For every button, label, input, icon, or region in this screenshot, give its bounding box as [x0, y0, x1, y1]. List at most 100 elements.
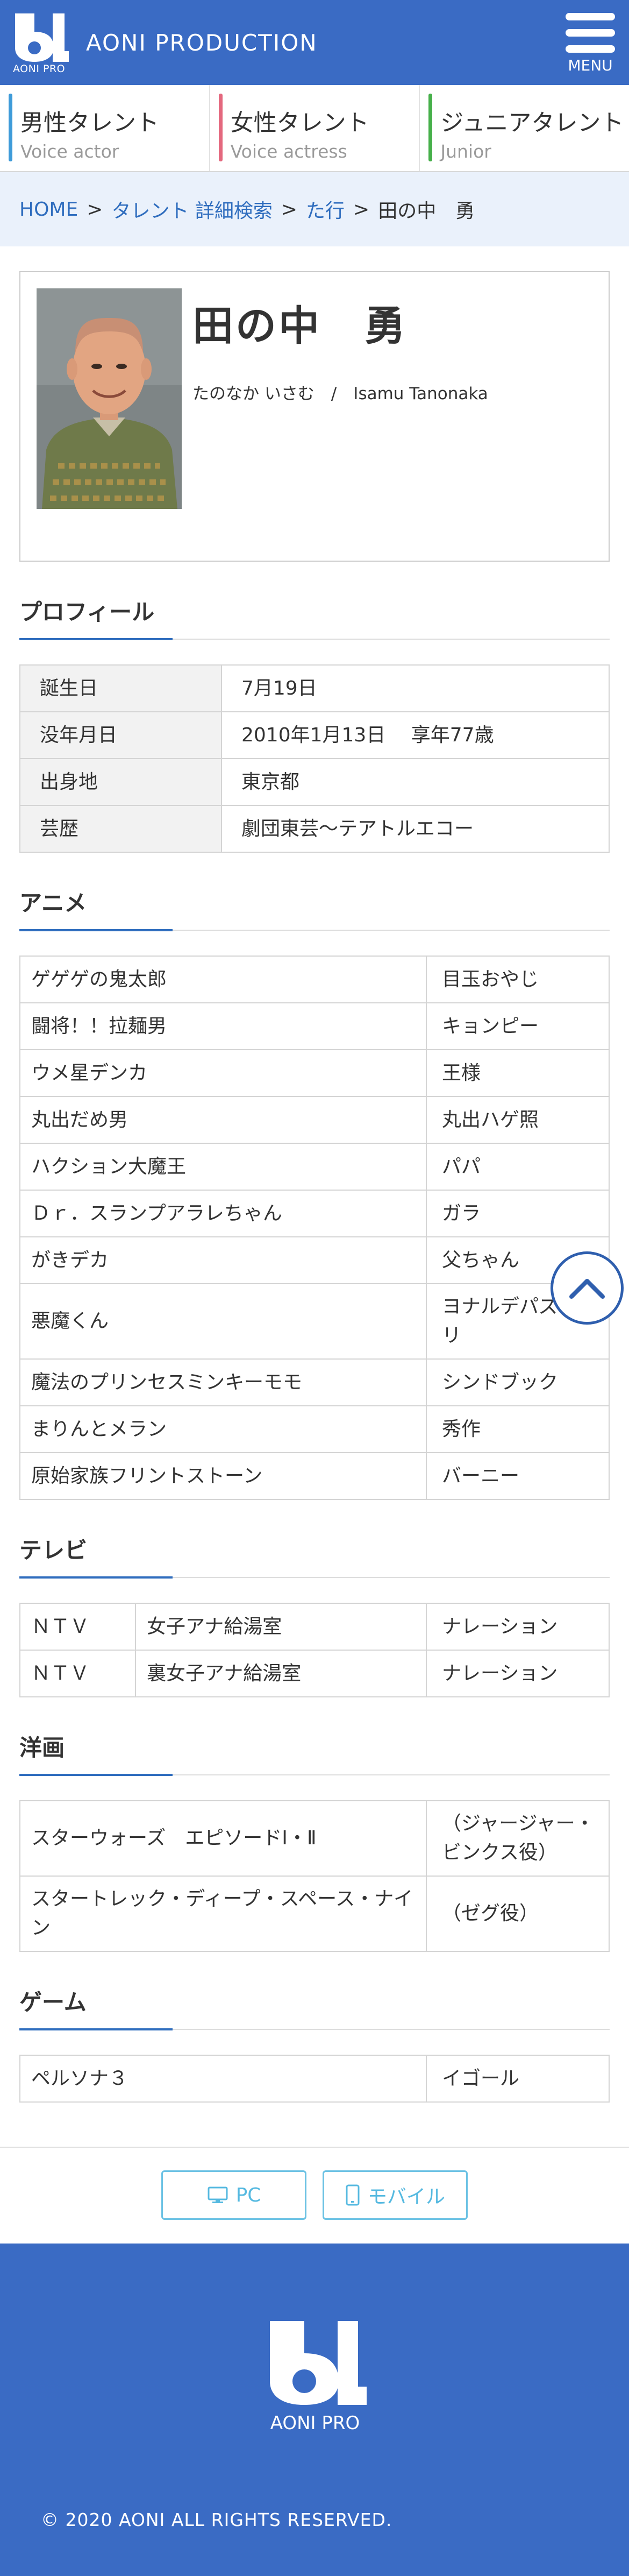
role-name: バーニー: [426, 1452, 610, 1500]
aoni-logo-mark: [15, 13, 69, 62]
pc-view-button[interactable]: PC: [161, 2170, 306, 2220]
brand-name[interactable]: AONI PRODUCTION: [86, 30, 318, 56]
tab-label-en: Voice actor: [20, 141, 119, 162]
role-name: パパ: [426, 1143, 610, 1191]
tab-label-jp: ジュニアタレント: [440, 110, 624, 137]
table-row: ハクション大魔王 パパ: [19, 1143, 610, 1191]
table-row: 魔法のプリンセスミンキーモモ シンドブック: [19, 1358, 610, 1406]
profile-value: 7月19日: [221, 664, 610, 712]
section-title-anime: アニメ: [19, 885, 610, 931]
breadcrumb-home-link[interactable]: HOME: [19, 199, 78, 221]
program-title: 裏女子アナ給湯室: [135, 1650, 427, 1697]
tab-voice-actor[interactable]: 男性タレント Voice actor: [0, 85, 210, 171]
tab-voice-actress[interactable]: 女性タレント Voice actress: [210, 85, 420, 171]
station-name: ＮＴＶ: [19, 1603, 136, 1651]
work-title: Ｄｒ．スランプアラレちゃん: [19, 1190, 427, 1237]
role-name: キョンピー: [426, 1002, 610, 1050]
table-row: ウメ星デンカ 王様: [19, 1049, 610, 1097]
breadcrumb-separator: >: [353, 198, 370, 221]
work-title: 魔法のプリンセスミンキーモモ: [19, 1358, 427, 1406]
aoni-logo[interactable]: AONI PRO: [11, 10, 70, 75]
tab-color-stripe: [428, 94, 433, 161]
tv-table: ＮＴＶ 女子アナ給湯室 ナレーション ＮＴＶ 裏女子アナ給湯室 ナレーション: [19, 1603, 610, 1697]
profile-value: 劇団東芸〜テアトルエコー: [221, 805, 610, 853]
profile-card: 田の中 勇 たのなか いさむ / Isamu Tanonaka: [19, 271, 610, 562]
role-name: 目玉おやじ: [426, 956, 610, 1003]
mobile-view-label: モバイル: [367, 2186, 445, 2208]
profile-key: 没年月日: [19, 711, 222, 759]
table-row: Ｄｒ．スランプアラレちゃん ガラ: [19, 1190, 610, 1237]
table-row: 没年月日 2010年1月13日 享年77歳: [19, 711, 610, 759]
talent-name: 田の中 勇: [192, 302, 408, 350]
breadcrumb-search-link[interactable]: タレント 詳細検索: [111, 195, 272, 223]
role-name: 秀作: [426, 1405, 610, 1453]
breadcrumb-separator: >: [281, 198, 298, 221]
role-name: シンドブック: [426, 1358, 610, 1406]
profile-value: 東京都: [221, 758, 610, 806]
role-name: ガラ: [426, 1190, 610, 1237]
chevron-up-icon: [569, 1279, 605, 1299]
mobile-view-button[interactable]: モバイル: [323, 2170, 468, 2220]
pc-view-label: PC: [235, 2184, 261, 2206]
menu-bar-icon: [566, 45, 615, 53]
work-title: スターウォーズ エピソードⅠ・Ⅱ: [19, 1800, 427, 1877]
program-title: 女子アナ給湯室: [135, 1603, 427, 1651]
tab-junior[interactable]: ジュニアタレント Junior: [420, 85, 629, 171]
role-name: ナレーション: [426, 1603, 610, 1651]
page-top-button[interactable]: [551, 1251, 624, 1325]
profile-key: 芸歴: [19, 805, 222, 853]
tab-color-stripe: [9, 94, 12, 161]
category-tabs: 男性タレント Voice actor 女性タレント Voice actress …: [0, 85, 629, 172]
tab-color-stripe: [218, 94, 223, 161]
table-row: まりんとメラン 秀作: [19, 1405, 610, 1453]
games-table: ペルソナ３ イゴール: [19, 2055, 610, 2103]
menu-bar-icon: [566, 29, 615, 37]
role-name: イゴール: [426, 2055, 610, 2103]
table-row: がきデカ 父ちゃん: [19, 1236, 610, 1284]
copyright-text: © 2020 AONI ALL RIGHTS RESERVED.: [41, 2509, 392, 2530]
footer-logo-subtitle: AONI PRO: [270, 2412, 360, 2434]
table-row: ＮＴＶ 女子アナ給湯室 ナレーション: [19, 1603, 610, 1651]
table-row: 出身地 東京都: [19, 758, 610, 806]
tab-label-en: Junior: [440, 141, 491, 162]
table-row: スタートレック・ディープ・スペース・ナイン （ゼグ役）: [19, 1876, 610, 1952]
work-title: ゲゲゲの鬼太郎: [19, 956, 427, 1003]
table-row: ゲゲゲの鬼太郎 目玉おやじ: [19, 956, 610, 1003]
table-row: 芸歴 劇団東芸〜テアトルエコー: [19, 805, 610, 853]
work-title: ペルソナ３: [19, 2055, 427, 2103]
talent-name-reading: たのなか いさむ / Isamu Tanonaka: [192, 384, 488, 404]
tab-label-jp: 男性タレント: [20, 110, 159, 137]
site-header: AONI PRO AONI PRODUCTION MENU: [0, 0, 629, 85]
section-title-profile: プロフィール: [19, 594, 610, 640]
role-name: 丸出ハゲ照: [426, 1096, 610, 1144]
role-name: ナレーション: [426, 1650, 610, 1697]
breadcrumb-separator: >: [87, 198, 103, 221]
logo-subtitle: AONI PRO: [13, 63, 66, 75]
tab-label-en: Voice actress: [230, 141, 347, 162]
smartphone-icon: [346, 2184, 360, 2206]
work-title: まりんとメラン: [19, 1405, 427, 1453]
profile-table: 誕生日 7月19日 没年月日 2010年1月13日 享年77歳 出身地 東京都 芸歴劇…: [19, 664, 610, 853]
section-title-tv: テレビ: [19, 1532, 610, 1579]
talent-photo: [37, 288, 182, 509]
table-row: 丸出だめ男 丸出ハゲ照: [19, 1096, 610, 1144]
monitor-icon: [208, 2186, 228, 2203]
movies-table: スターウォーズ エピソードⅠ・Ⅱ （ジャージャー・ビンクス役） スタートレック・デ…: [19, 1800, 610, 1952]
role-name: （ゼグ役）: [426, 1876, 610, 1952]
profile-key: 誕生日: [19, 664, 222, 712]
work-title: 闘将！！拉麺男: [19, 1002, 427, 1050]
work-title: スタートレック・ディープ・スペース・ナイン: [19, 1876, 427, 1952]
work-title: 丸出だめ男: [19, 1096, 427, 1144]
table-row: 闘将！！拉麺男 キョンピー: [19, 1002, 610, 1050]
table-row: ＮＴＶ 裏女子アナ給湯室 ナレーション: [19, 1650, 610, 1697]
menu-bar-icon: [566, 13, 615, 20]
breadcrumb-row-link[interactable]: た行: [306, 195, 345, 223]
aoni-logo-mark: [270, 2321, 367, 2405]
footer-logo[interactable]: AONI PRO: [262, 2316, 368, 2434]
tab-label-jp: 女性タレント: [230, 110, 369, 137]
work-title: 原始家族フリントストーン: [19, 1452, 427, 1500]
work-title: ハクション大魔王: [19, 1143, 427, 1191]
menu-button[interactable]: MENU: [562, 10, 618, 76]
site-footer: AONI PRO © 2020 AONI ALL RIGHTS RESERVED…: [0, 2244, 629, 2576]
role-name: （ジャージャー・ビンクス役）: [426, 1800, 610, 1877]
